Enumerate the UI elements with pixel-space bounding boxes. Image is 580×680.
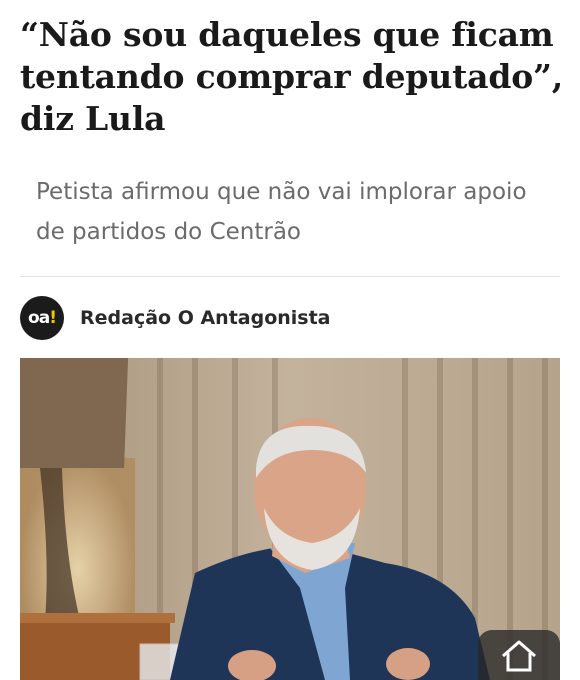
article-subtitle: Petista afirmou que não vai implorar apo… bbox=[36, 179, 527, 245]
author-name[interactable]: Redação O Antagonista bbox=[80, 307, 331, 329]
home-button[interactable] bbox=[478, 630, 560, 680]
home-icon bbox=[502, 640, 536, 672]
byline: oa! Redação O Antagonista bbox=[20, 296, 331, 340]
logo-text: oa bbox=[28, 308, 50, 328]
article-photo-illustration bbox=[20, 358, 560, 680]
article-photo bbox=[20, 358, 560, 680]
divider bbox=[20, 276, 560, 277]
article-headline: “Não sou daqueles que ficam tentando com… bbox=[20, 15, 564, 138]
logo-accent: ! bbox=[49, 308, 57, 328]
publisher-logo[interactable]: oa! bbox=[20, 296, 64, 340]
